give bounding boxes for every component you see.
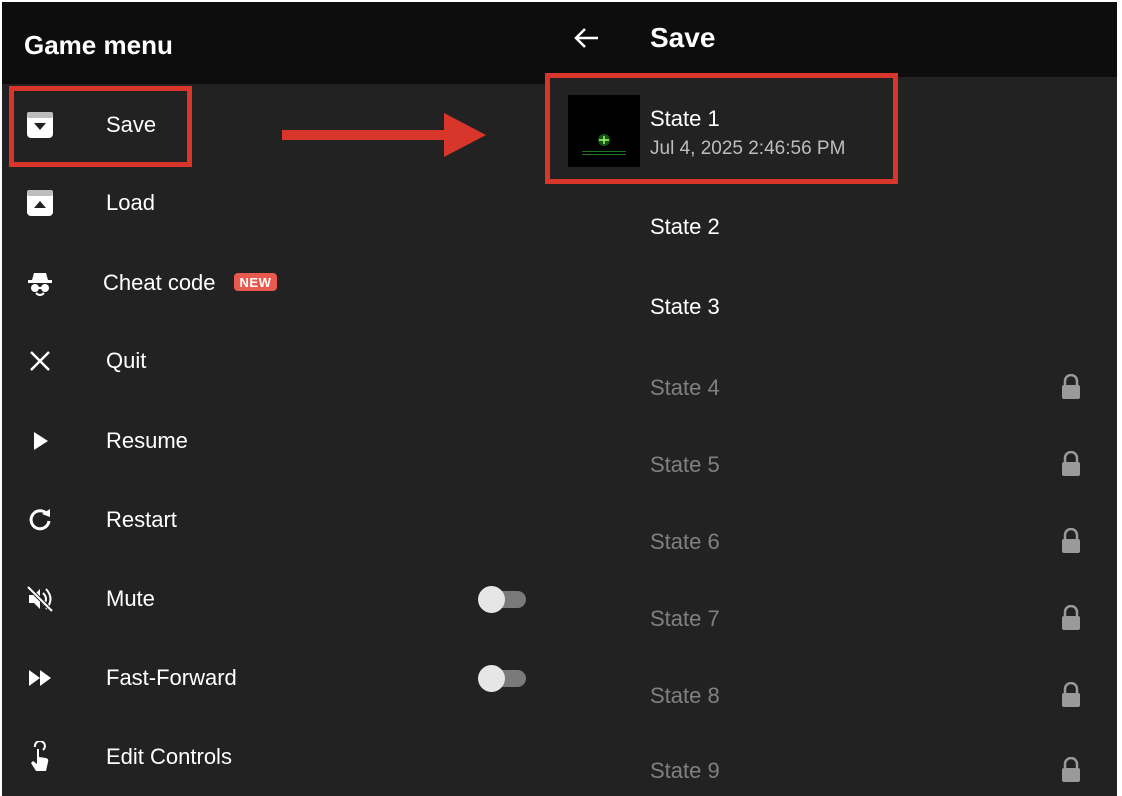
save-panel-title: Save	[650, 22, 716, 53]
menu-label-fast-forward: Fast-Forward	[106, 665, 237, 690]
menu-item-cheat-code[interactable]: Cheat code NEW	[2, 244, 548, 322]
menu-item-quit[interactable]: Quit	[2, 322, 548, 400]
left-panel-header: Game menu	[2, 2, 548, 84]
load-icon	[24, 187, 56, 219]
fast-forward-toggle[interactable]	[478, 665, 526, 692]
fast-forward-icon	[24, 662, 56, 694]
game-menu-title: Game menu	[24, 30, 173, 60]
menu-label-load: Load	[106, 190, 155, 215]
save-slot-5[interactable]: State 5	[548, 424, 1117, 501]
mute-toggle[interactable]	[478, 586, 526, 613]
save-slot-3[interactable]: State 3	[548, 266, 1117, 344]
state-highlight-box	[545, 73, 898, 184]
lock-icon	[1062, 757, 1080, 782]
lock-icon	[1062, 682, 1080, 707]
menu-item-edit-controls[interactable]: Edit Controls	[2, 718, 548, 796]
save-slot-7[interactable]: State 7	[548, 578, 1117, 655]
back-arrow-icon[interactable]	[568, 20, 604, 56]
state-label: State 3	[650, 294, 720, 319]
menu-label-edit-controls: Edit Controls	[106, 744, 232, 769]
menu-item-fast-forward[interactable]: Fast-Forward	[2, 639, 548, 717]
spy-icon	[24, 267, 56, 299]
lock-icon	[1062, 374, 1080, 399]
state-label: State 7	[650, 606, 720, 631]
menu-label-cheat-code: Cheat code NEW	[103, 270, 278, 296]
menu-label-restart: Restart	[106, 507, 177, 532]
menu-label-mute: Mute	[106, 586, 155, 611]
save-slot-9[interactable]: State 9	[548, 732, 1117, 796]
play-icon	[24, 425, 56, 457]
arrow-icon	[282, 113, 486, 157]
state-label: State 8	[650, 683, 720, 708]
save-slot-2[interactable]: State 2	[548, 186, 1117, 264]
lock-icon	[1062, 605, 1080, 630]
cheat-code-text: Cheat code	[103, 270, 216, 295]
menu-item-restart[interactable]: Restart	[2, 481, 548, 559]
new-badge: NEW	[233, 273, 278, 291]
save-slot-4[interactable]: State 4	[548, 347, 1117, 424]
lock-icon	[1062, 451, 1080, 476]
restart-icon	[24, 504, 56, 536]
save-slot-8[interactable]: State 8	[548, 655, 1117, 732]
right-panel-header	[548, 2, 1117, 77]
state-label: State 6	[650, 529, 720, 554]
save-slot-6[interactable]: State 6	[548, 501, 1117, 578]
save-highlight-box	[9, 86, 192, 167]
touch-icon	[24, 741, 56, 773]
mute-icon	[24, 583, 56, 615]
menu-item-resume[interactable]: Resume	[2, 402, 548, 480]
state-label: State 2	[650, 214, 720, 239]
state-label: State 4	[650, 375, 720, 400]
menu-item-mute[interactable]: Mute	[2, 560, 548, 638]
close-icon	[24, 345, 56, 377]
menu-item-load[interactable]: Load	[2, 164, 548, 242]
lock-icon	[1062, 528, 1080, 553]
menu-label-quit: Quit	[106, 348, 147, 373]
mute-toggle-thumb	[478, 586, 505, 613]
state-label: State 9	[650, 758, 720, 783]
menu-label-resume: Resume	[106, 428, 188, 453]
fast-forward-toggle-thumb	[478, 665, 505, 692]
state-label: State 5	[650, 452, 720, 477]
